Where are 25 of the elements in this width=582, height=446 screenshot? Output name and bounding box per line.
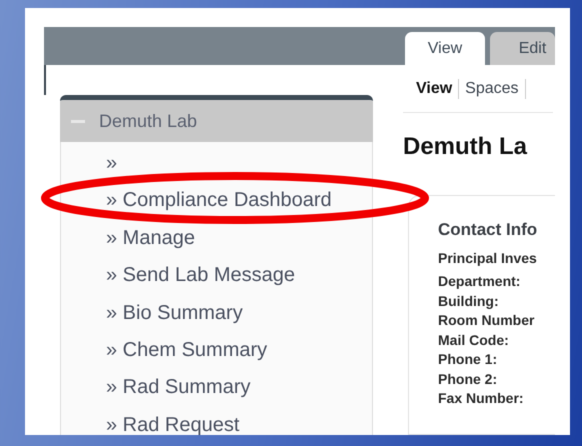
tab[interactable]: View xyxy=(405,32,485,65)
sidebar-header[interactable]: Demuth Lab xyxy=(60,100,373,142)
field-label: Fax Number: xyxy=(438,389,524,408)
field-label: Phone 1: xyxy=(438,350,498,369)
sidebar-link[interactable]: » Bio Summary xyxy=(106,294,243,332)
sidebar-link[interactable]: » Manage xyxy=(106,220,195,258)
field-label: Principal Inves xyxy=(438,250,537,266)
subnav-link[interactable]: View xyxy=(416,78,460,98)
field-label: Mail Code: xyxy=(438,330,509,350)
sidebar-link[interactable]: » Rad Summary xyxy=(106,369,250,407)
field-label: Phone 2: xyxy=(438,370,498,388)
subnav-link[interactable]: Spaces xyxy=(459,78,526,98)
field-label: Room Number xyxy=(438,311,534,330)
tab[interactable]: Edit xyxy=(490,32,555,65)
sidebar-link[interactable]: » Compliance Dashboard xyxy=(106,182,332,220)
field-label: Department: xyxy=(438,272,520,291)
sidebar-link[interactable]: » xyxy=(106,145,118,182)
sidebar-link[interactable]: » Rad Request xyxy=(106,406,240,435)
card-title: Contact Info xyxy=(438,220,538,240)
sidebar-title: Demuth Lab xyxy=(99,110,198,132)
sidebar-link[interactable]: » Chem Summary xyxy=(106,332,268,370)
field-label: Building: xyxy=(438,292,499,311)
page-title: Demuth La xyxy=(403,133,528,161)
sidebar-link[interactable]: » Send Lab Message xyxy=(106,257,296,295)
minus-icon[interactable] xyxy=(71,120,85,122)
